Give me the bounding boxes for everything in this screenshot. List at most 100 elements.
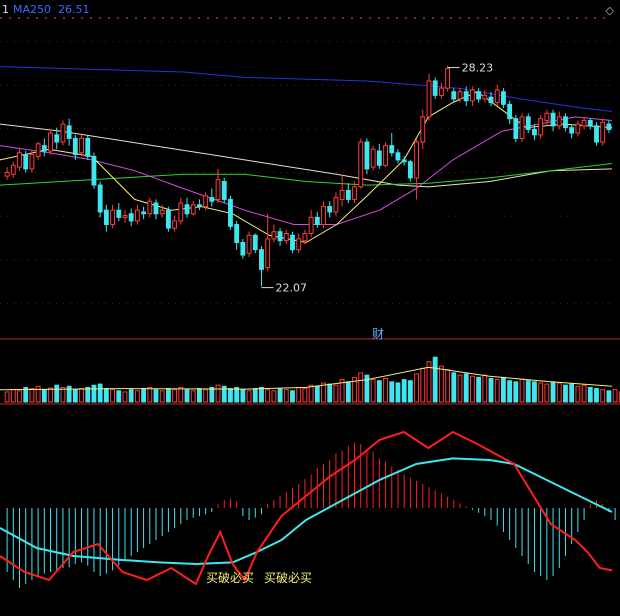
candle-body xyxy=(165,209,171,229)
macd-dif-line xyxy=(0,430,613,586)
volume-bar xyxy=(97,383,103,403)
candle-body xyxy=(544,112,550,121)
candle-body xyxy=(308,216,314,234)
candle-body xyxy=(457,91,463,100)
candle-body xyxy=(234,224,240,243)
volume-bar xyxy=(414,373,419,403)
candle-body xyxy=(178,202,184,222)
candle-body xyxy=(519,116,525,139)
candle-body xyxy=(103,209,109,226)
volume-bar xyxy=(122,391,128,403)
candle-body xyxy=(445,67,451,89)
volume-bar xyxy=(41,389,47,403)
candle-body xyxy=(290,234,295,251)
volume-bar xyxy=(358,372,364,403)
candle-body xyxy=(327,206,333,213)
volume-bar xyxy=(190,390,196,403)
candle-body xyxy=(532,128,537,136)
candle-body xyxy=(122,215,128,218)
candle-body xyxy=(296,238,302,251)
volume-bar xyxy=(501,376,506,403)
volume-bar xyxy=(246,390,252,403)
candle-body xyxy=(469,89,475,102)
volume-bar xyxy=(271,390,277,403)
volume-bar xyxy=(234,386,240,403)
volume-bar xyxy=(103,388,109,403)
volume-bar xyxy=(556,382,562,403)
candle-body xyxy=(153,202,159,215)
candle-body xyxy=(203,195,209,208)
candle-body xyxy=(513,118,519,139)
candle-body xyxy=(494,89,500,104)
volume-bar xyxy=(141,388,147,403)
candle-body xyxy=(333,197,339,213)
volume-bar xyxy=(159,390,165,403)
volume-bar xyxy=(54,384,60,403)
volume-bar xyxy=(575,385,581,403)
volume-bar xyxy=(327,383,333,403)
volume-bar xyxy=(165,388,171,403)
candle-body xyxy=(569,127,575,134)
volume-bar xyxy=(178,386,184,403)
indicator-name: MA250 xyxy=(13,3,52,16)
volume-bar xyxy=(463,373,469,403)
candle-body xyxy=(321,206,326,226)
high-price-label: 28.23 xyxy=(462,62,494,75)
low-price-label: 22.07 xyxy=(275,282,307,295)
volume-bar xyxy=(290,390,295,403)
candle-body xyxy=(4,172,10,177)
candle-body xyxy=(364,141,370,170)
candle-body xyxy=(116,209,122,218)
volume-bar xyxy=(445,369,451,403)
volume-bar xyxy=(457,374,463,403)
candle-body xyxy=(190,204,196,215)
candle-body xyxy=(556,116,562,127)
candle-body xyxy=(215,179,221,200)
candle-body xyxy=(383,145,388,166)
candle-body xyxy=(302,233,308,242)
volume-bar xyxy=(376,380,382,403)
volume-bar xyxy=(153,389,159,403)
volume-bar xyxy=(314,385,320,403)
volume-bar xyxy=(432,356,438,403)
candle-body xyxy=(395,152,401,161)
candle-body xyxy=(426,80,432,118)
volume-bar xyxy=(438,365,444,403)
candle-body xyxy=(221,180,227,200)
buy-signal-label: 买破必买 xyxy=(206,570,254,585)
volume-bar xyxy=(110,389,115,403)
volume-bar xyxy=(128,389,134,403)
diamond-icon[interactable]: ◇ xyxy=(606,4,614,17)
volume-bar xyxy=(333,384,339,403)
candle-body xyxy=(283,233,289,242)
indicator-value: 26.51 xyxy=(58,3,90,16)
volume-bar xyxy=(563,384,568,403)
volume-bar xyxy=(581,384,587,403)
volume-bar xyxy=(10,389,16,403)
candle-body xyxy=(501,91,506,105)
volume-bar xyxy=(302,388,308,403)
volume-bar xyxy=(91,384,97,403)
candle-body xyxy=(29,154,35,170)
volume-bar xyxy=(240,389,246,403)
candle-body xyxy=(482,94,488,100)
candle-body xyxy=(563,116,568,129)
candle-body xyxy=(587,119,593,127)
candle-body xyxy=(314,216,320,226)
volume-bar xyxy=(594,388,599,403)
volume-bar xyxy=(48,387,53,403)
volume-bar xyxy=(296,386,302,403)
candle-body xyxy=(376,150,382,166)
volume-bar xyxy=(17,390,22,403)
volume-bar xyxy=(550,381,556,403)
volume-bar xyxy=(544,383,550,403)
candle-body xyxy=(451,91,457,100)
candle-body xyxy=(438,87,444,96)
candle-body xyxy=(606,123,612,130)
candle-body xyxy=(184,204,190,215)
volume-bar xyxy=(184,389,190,403)
candle-body xyxy=(147,200,153,215)
candle-body xyxy=(600,121,606,143)
candle-body xyxy=(414,141,419,179)
candle-body xyxy=(407,161,413,179)
